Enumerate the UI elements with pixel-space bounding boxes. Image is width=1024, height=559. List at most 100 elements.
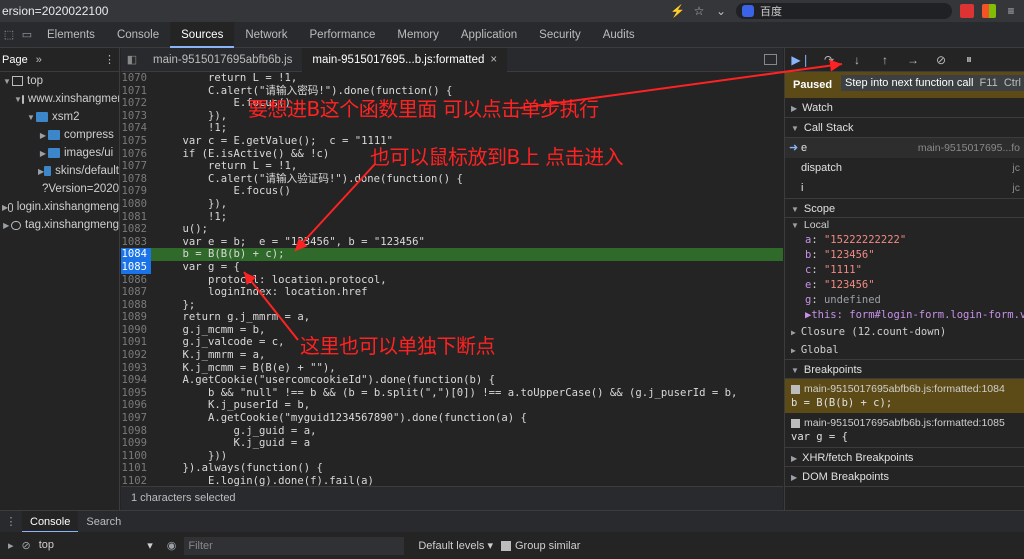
breakpoints-section[interactable]: ▼ Breakpoints: [785, 359, 1024, 379]
code-line[interactable]: 1097 A.getCookie("myguid1234567890").don…: [121, 412, 783, 425]
frame-source[interactable]: jc: [1012, 158, 1020, 178]
expand-down-icon[interactable]: ▼: [2, 77, 12, 86]
code-line[interactable]: 1086 protocol: location.protocol,: [121, 274, 783, 287]
tree-item[interactable]: ▶ login.xinshangmeng: [0, 198, 119, 216]
toggle-debugger-icon[interactable]: [764, 54, 777, 65]
line-number[interactable]: 1075: [121, 135, 151, 148]
line-number[interactable]: 1097: [121, 412, 151, 425]
code-line[interactable]: 1080 }),: [121, 198, 783, 211]
close-icon[interactable]: ×: [490, 54, 497, 66]
line-number[interactable]: 1102: [121, 475, 151, 486]
code-line[interactable]: 1087 loginIndex: location.href: [121, 286, 783, 299]
code-line[interactable]: 1088 };: [121, 299, 783, 312]
scope-section[interactable]: ▼ Scope: [785, 198, 1024, 218]
line-number[interactable]: 1086: [121, 274, 151, 287]
tree-item[interactable]: ▶ compress: [0, 126, 119, 144]
line-number[interactable]: 1091: [121, 336, 151, 349]
toggle-navigator-icon[interactable]: ◧: [121, 53, 143, 66]
line-number[interactable]: 1101: [121, 462, 151, 475]
line-number[interactable]: 1096: [121, 399, 151, 412]
code-line[interactable]: 1082 u();: [121, 223, 783, 236]
line-number[interactable]: 1099: [121, 437, 151, 450]
tab-network[interactable]: Network: [234, 22, 298, 48]
bolt-icon[interactable]: ⚡: [670, 4, 685, 18]
sidebar-toggle-icon[interactable]: ▸: [8, 539, 14, 552]
line-number[interactable]: 1085: [121, 260, 151, 274]
line-number[interactable]: 1077: [121, 160, 151, 173]
tree-item[interactable]: ▼ xsm2: [0, 108, 119, 126]
scope-variable[interactable]: e: "123456": [785, 278, 1024, 293]
line-number[interactable]: 1081: [121, 211, 151, 224]
expand-right-icon[interactable]: ▶: [2, 221, 11, 230]
local-scope-header[interactable]: ▼ Local: [785, 218, 1024, 233]
line-number[interactable]: 1084: [121, 248, 151, 261]
breakpoint-item[interactable]: main-9515017695abfb6b.js:formatted:1084 …: [785, 379, 1024, 413]
tab-security[interactable]: Security: [528, 22, 592, 48]
code-line[interactable]: 1078 C.alert("请输入验证码!").done(function() …: [121, 173, 783, 186]
editor-tab-main-js-formatted[interactable]: main-9515017695...b.js:formatted ×: [302, 47, 508, 72]
line-number[interactable]: 1089: [121, 311, 151, 324]
code-line[interactable]: 1100 })): [121, 450, 783, 463]
code-line[interactable]: 1098 g.j_guid = a,: [121, 425, 783, 438]
log-levels-dropdown[interactable]: Default levels ▾: [418, 539, 493, 552]
code-line[interactable]: 1083 var e = b; e = "123456", b = "12345…: [121, 236, 783, 249]
line-number[interactable]: 1074: [121, 122, 151, 135]
this-row[interactable]: ▶this: form#login-form.login-form.val: [785, 308, 1024, 323]
line-number[interactable]: 1090: [121, 324, 151, 337]
drawer-tab-search[interactable]: Search: [78, 511, 129, 533]
tree-item[interactable]: ▼ top: [0, 72, 119, 90]
expand-right-icon[interactable]: ▶: [38, 149, 48, 158]
code-line[interactable]: 1081 !1;: [121, 211, 783, 224]
star-icon[interactable]: ☆: [692, 4, 706, 18]
code-line[interactable]: 1096 K.j_puserId = b,: [121, 399, 783, 412]
expand-down-icon[interactable]: ▼: [26, 113, 36, 122]
global-row[interactable]: ▶ Global: [785, 341, 1024, 359]
line-number[interactable]: 1082: [121, 223, 151, 236]
code-line[interactable]: 1084 b = B(B(b) + c);: [121, 248, 783, 261]
call-frame[interactable]: ➜ e main-9515017695...fo: [785, 138, 1024, 158]
search-box[interactable]: 百度: [736, 3, 952, 19]
step-icon[interactable]: →: [905, 52, 921, 68]
code-line[interactable]: 1079 E.focus(): [121, 185, 783, 198]
tab-elements[interactable]: Elements: [36, 22, 106, 48]
scope-variable[interactable]: g: undefined: [785, 293, 1024, 308]
code-line[interactable]: 1070 return L = !1,: [121, 72, 783, 85]
device-toolbar-icon[interactable]: ▭: [18, 22, 36, 48]
line-number[interactable]: 1087: [121, 286, 151, 299]
scope-variable[interactable]: c: "1111": [785, 263, 1024, 278]
expand-down-icon[interactable]: ▼: [14, 95, 22, 104]
tree-item[interactable]: ▶ tag.xinshangmeng: [0, 216, 119, 234]
code-editor[interactable]: 1070 return L = !1, 1071 C.alert("请输入密码!"…: [121, 72, 783, 486]
line-number[interactable]: 1072: [121, 97, 151, 110]
clear-console-icon[interactable]: ⊘: [22, 539, 31, 552]
step-into-icon[interactable]: ↓: [849, 52, 865, 68]
expand-right-icon[interactable]: ▶: [38, 131, 48, 140]
line-number[interactable]: 1080: [121, 198, 151, 211]
group-similar-toggle[interactable]: Group similar: [500, 540, 580, 552]
frame-source[interactable]: main-9515017695...fo: [918, 138, 1020, 158]
tree-item[interactable]: ▶ skins/default: [0, 162, 119, 180]
code-line[interactable]: 1101 }).always(function() {: [121, 462, 783, 475]
line-number[interactable]: 1078: [121, 173, 151, 186]
more-tabs-icon[interactable]: »: [36, 54, 42, 66]
line-number[interactable]: 1083: [121, 236, 151, 249]
line-number[interactable]: 1095: [121, 387, 151, 400]
context-selector[interactable]: top ▾: [39, 539, 159, 552]
scope-variable[interactable]: b: "123456": [785, 248, 1024, 263]
inspect-element-icon[interactable]: ⬚: [0, 22, 18, 48]
closure-row[interactable]: ▶ Closure (12.count-down): [785, 323, 1024, 341]
code-line[interactable]: 1089 return g.j_mmrm = a,: [121, 311, 783, 324]
call-stack-section[interactable]: ▼ Call Stack: [785, 118, 1024, 138]
watch-section[interactable]: ▶ Watch: [785, 98, 1024, 118]
line-number[interactable]: 1073: [121, 110, 151, 123]
frame-source[interactable]: jc: [1012, 178, 1020, 198]
code-line[interactable]: 1074 !1;: [121, 122, 783, 135]
tab-page[interactable]: Page: [2, 54, 28, 66]
menu-icon[interactable]: ≡: [1004, 4, 1018, 18]
filter-input[interactable]: Filter: [184, 536, 405, 555]
checkbox-icon[interactable]: [791, 418, 800, 428]
xhr-breakpoints-section[interactable]: ▶ XHR/fetch Breakpoints: [785, 447, 1024, 467]
line-number[interactable]: 1098: [121, 425, 151, 438]
tab-sources[interactable]: Sources: [170, 21, 235, 48]
chevron-down-icon[interactable]: ⌄: [714, 4, 728, 18]
